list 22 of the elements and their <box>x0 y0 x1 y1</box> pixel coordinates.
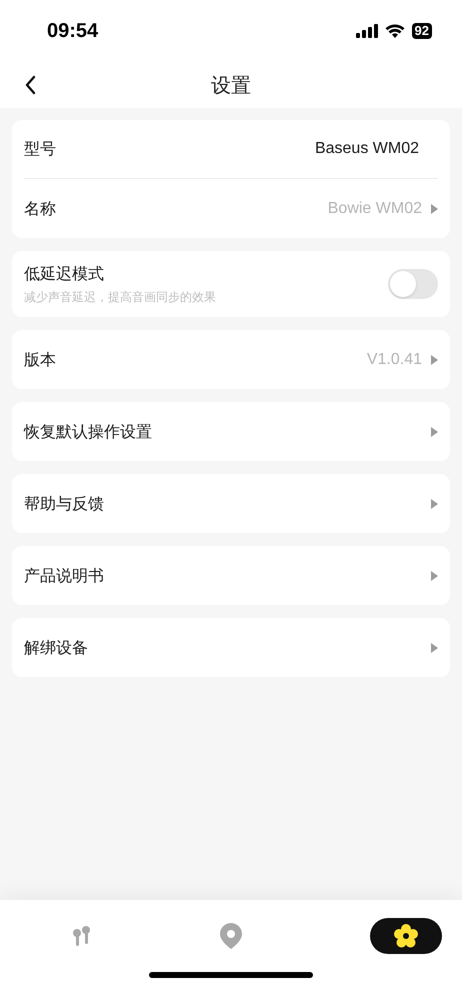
setting-label[interactable]: 名称 <box>24 196 328 220</box>
battery-level: 92 <box>412 23 432 39</box>
setting-label[interactable]: 版本 <box>24 348 367 372</box>
setting-label: 低延迟模式 <box>24 263 105 285</box>
toggle-switch[interactable] <box>388 269 438 299</box>
page-title: 设置 <box>211 72 251 99</box>
status-time: 09:54 <box>47 19 98 44</box>
signal-icon <box>356 24 378 38</box>
setting-description: 减少声音延迟，提高音画同步的效果 <box>24 289 217 306</box>
setting-value: V1.0.41 <box>366 350 422 370</box>
setting-label[interactable]: 型号 <box>24 137 315 161</box>
setting-label[interactable]: 恢复默认操作设置 <box>24 420 431 444</box>
location-pin-icon <box>220 923 242 949</box>
setting-label[interactable]: 解绑设备 <box>24 636 431 660</box>
wifi-icon <box>384 24 405 38</box>
setting-value: Baseus WM02 <box>314 139 419 159</box>
setting-value: Bowie WM02 <box>328 198 422 218</box>
flower-gear-icon <box>393 923 419 949</box>
tab-button[interactable] <box>370 918 442 954</box>
setting-label[interactable]: 产品说明书 <box>24 564 431 588</box>
back-icon[interactable] <box>24 75 36 95</box>
setting-label[interactable]: 帮助与反馈 <box>24 492 431 516</box>
